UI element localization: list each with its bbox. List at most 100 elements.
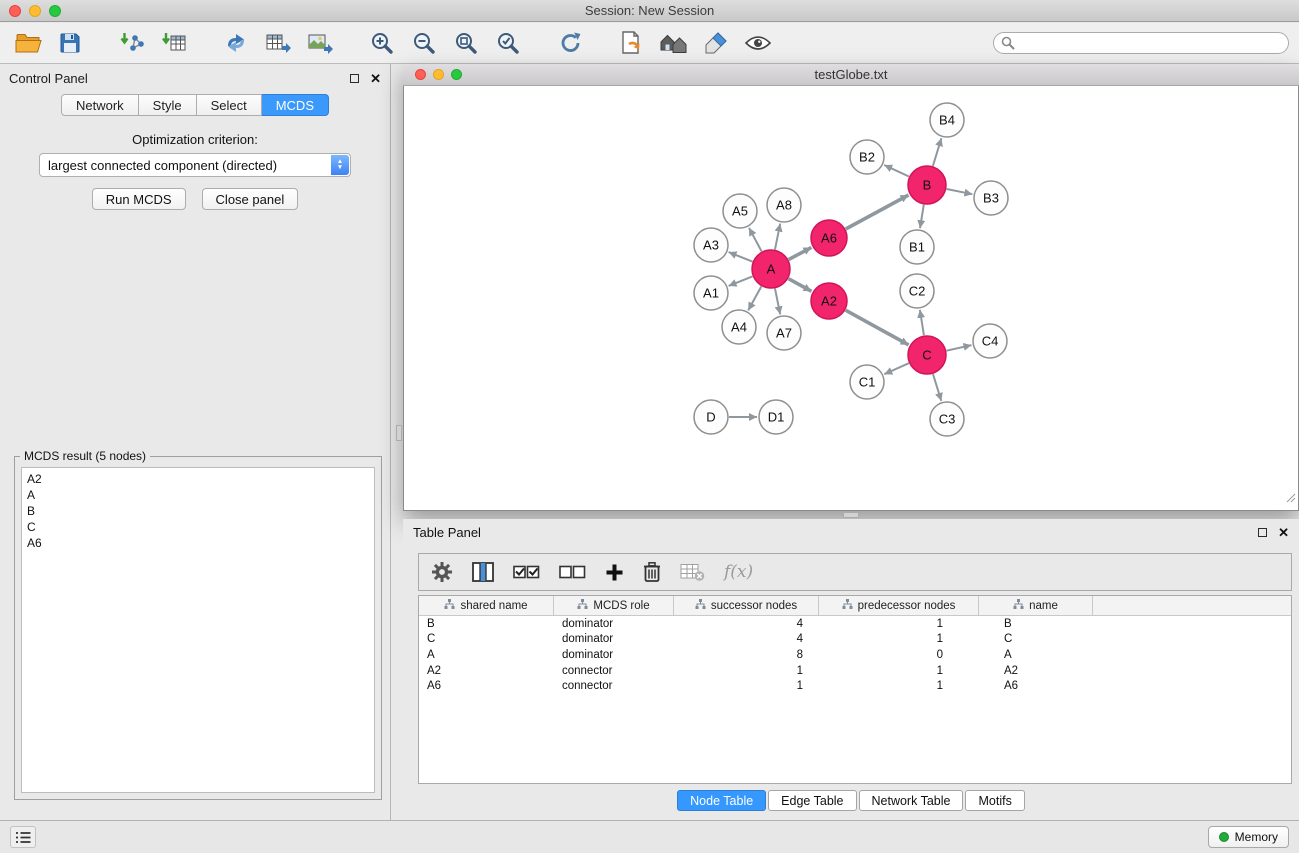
graph-node-A4[interactable]: A4 xyxy=(722,310,756,344)
open-file-button[interactable] xyxy=(10,26,46,60)
graph-node-C3[interactable]: C3 xyxy=(930,402,964,436)
save-session-button[interactable] xyxy=(52,26,88,60)
result-item[interactable]: A2 xyxy=(27,471,369,487)
close-table-panel-icon[interactable]: ✕ xyxy=(1278,526,1289,539)
graph-edge-A-A6[interactable] xyxy=(789,247,812,259)
memory-button[interactable]: Memory xyxy=(1208,826,1289,848)
graph-edge-C-C3[interactable] xyxy=(933,374,941,401)
column-header-predecessor-nodes[interactable]: predecessor nodes xyxy=(819,596,979,615)
network-zoom-icon[interactable] xyxy=(451,69,462,80)
zoom-out-button[interactable] xyxy=(406,26,442,60)
graph-edge-A-A3[interactable] xyxy=(729,252,753,262)
graph-edge-C-C1[interactable] xyxy=(884,363,909,374)
tab-select[interactable]: Select xyxy=(197,94,262,116)
network-overview-button[interactable] xyxy=(656,26,692,60)
column-header-mcds-role[interactable]: MCDS role xyxy=(554,596,674,615)
export-image-button[interactable] xyxy=(302,26,338,60)
tab-edge-table[interactable]: Edge Table xyxy=(768,790,856,811)
graph-node-B3[interactable]: B3 xyxy=(974,181,1008,215)
column-header-name[interactable]: name xyxy=(979,596,1093,615)
graph-node-C1[interactable]: C1 xyxy=(850,365,884,399)
function-builder-button[interactable]: f(x) xyxy=(724,562,753,582)
styles-button[interactable] xyxy=(698,26,734,60)
graph-edge-B-B3[interactable] xyxy=(947,189,973,194)
mcds-result-list[interactable]: A2ABCA6 xyxy=(21,467,375,793)
tab-motifs[interactable]: Motifs xyxy=(965,790,1024,811)
tab-style[interactable]: Style xyxy=(139,94,197,116)
deselect-all-button[interactable] xyxy=(559,562,586,582)
graph-edge-A-A8[interactable] xyxy=(775,224,780,250)
delete-table-button[interactable] xyxy=(680,562,705,582)
table-row[interactable]: A6connector11A6 xyxy=(419,678,1291,694)
graph-edge-B-B4[interactable] xyxy=(933,138,942,166)
graph-node-B2[interactable]: B2 xyxy=(850,140,884,174)
float-panel-icon[interactable] xyxy=(350,74,359,83)
network-close-icon[interactable] xyxy=(415,69,426,80)
table-row[interactable]: Adominator80A xyxy=(419,647,1291,663)
graph-edge-A-A7[interactable] xyxy=(775,289,780,315)
graph-edge-B-B2[interactable] xyxy=(884,165,909,177)
horizontal-split-handle[interactable] xyxy=(843,512,859,518)
vertical-split-handle[interactable] xyxy=(396,425,402,441)
tab-node-table[interactable]: Node Table xyxy=(677,790,766,811)
tab-network[interactable]: Network xyxy=(61,94,139,116)
graph-node-A7[interactable]: A7 xyxy=(767,316,801,350)
zoom-in-button[interactable] xyxy=(364,26,400,60)
select-all-button[interactable] xyxy=(513,562,540,582)
graph-node-B4[interactable]: B4 xyxy=(930,103,964,137)
graph-edge-A-A5[interactable] xyxy=(749,228,762,252)
criterion-dropdown[interactable]: largest connected component (directed) ▲… xyxy=(39,153,351,177)
add-column-button[interactable] xyxy=(605,563,624,582)
graph-node-D1[interactable]: D1 xyxy=(759,400,793,434)
float-table-panel-icon[interactable] xyxy=(1258,528,1267,537)
show-columns-button[interactable] xyxy=(472,562,494,582)
graph-node-B[interactable]: B xyxy=(908,166,946,204)
resize-grip-icon[interactable] xyxy=(1286,490,1296,508)
search-input[interactable] xyxy=(993,32,1289,54)
graph-node-A[interactable]: A xyxy=(752,250,790,288)
show-panels-button[interactable] xyxy=(10,826,36,848)
tab-network-table[interactable]: Network Table xyxy=(859,790,964,811)
export-network-button[interactable] xyxy=(218,26,254,60)
zoom-window-icon[interactable] xyxy=(49,5,61,17)
close-panel-button[interactable]: Close panel xyxy=(202,188,299,210)
graph-edge-C-C4[interactable] xyxy=(947,345,972,351)
result-item[interactable]: A6 xyxy=(27,535,369,551)
node-table[interactable]: shared nameMCDS rolesuccessor nodesprede… xyxy=(418,595,1292,784)
network-canvas-svg[interactable]: B4B2BB3A5A8A6B1A3AC2A1A2A4A7C4CC1C3DD1 xyxy=(404,86,1298,510)
table-row[interactable]: Bdominator41B xyxy=(419,616,1291,632)
graph-node-C[interactable]: C xyxy=(908,336,946,374)
graph-node-A6[interactable]: A6 xyxy=(811,220,847,256)
column-header-successor-nodes[interactable]: successor nodes xyxy=(674,596,819,615)
graph-node-A1[interactable]: A1 xyxy=(694,276,728,310)
graph-edge-A2-C[interactable] xyxy=(846,310,909,345)
result-item[interactable]: C xyxy=(27,519,369,535)
column-header-shared-name[interactable]: shared name xyxy=(419,596,554,615)
table-settings-button[interactable] xyxy=(431,561,453,583)
tab-mcds[interactable]: MCDS xyxy=(262,94,329,116)
graph-edge-A-A1[interactable] xyxy=(729,276,753,286)
run-mcds-button[interactable]: Run MCDS xyxy=(92,188,186,210)
zoom-fit-button[interactable] xyxy=(448,26,484,60)
close-panel-icon[interactable]: ✕ xyxy=(370,72,381,85)
minimize-window-icon[interactable] xyxy=(29,5,41,17)
network-canvas[interactable]: B4B2BB3A5A8A6B1A3AC2A1A2A4A7C4CC1C3DD1 xyxy=(403,86,1299,511)
delete-column-button[interactable] xyxy=(643,561,661,583)
graph-node-C4[interactable]: C4 xyxy=(973,324,1007,358)
show-graphics-details-button[interactable] xyxy=(740,26,776,60)
network-minimize-icon[interactable] xyxy=(433,69,444,80)
table-row[interactable]: A2connector11A2 xyxy=(419,663,1291,679)
graph-node-A3[interactable]: A3 xyxy=(694,228,728,262)
zoom-selected-button[interactable] xyxy=(490,26,526,60)
graph-node-A2[interactable]: A2 xyxy=(811,283,847,319)
graph-node-C2[interactable]: C2 xyxy=(900,274,934,308)
table-row[interactable]: Cdominator41C xyxy=(419,632,1291,648)
close-window-icon[interactable] xyxy=(9,5,21,17)
import-network-button[interactable] xyxy=(114,26,150,60)
import-table-button[interactable] xyxy=(156,26,192,60)
graph-edge-A-A2[interactable] xyxy=(789,279,812,292)
graph-edge-A-A4[interactable] xyxy=(748,287,761,311)
graph-node-D[interactable]: D xyxy=(694,400,728,434)
result-item[interactable]: B xyxy=(27,503,369,519)
export-table-button[interactable] xyxy=(260,26,296,60)
